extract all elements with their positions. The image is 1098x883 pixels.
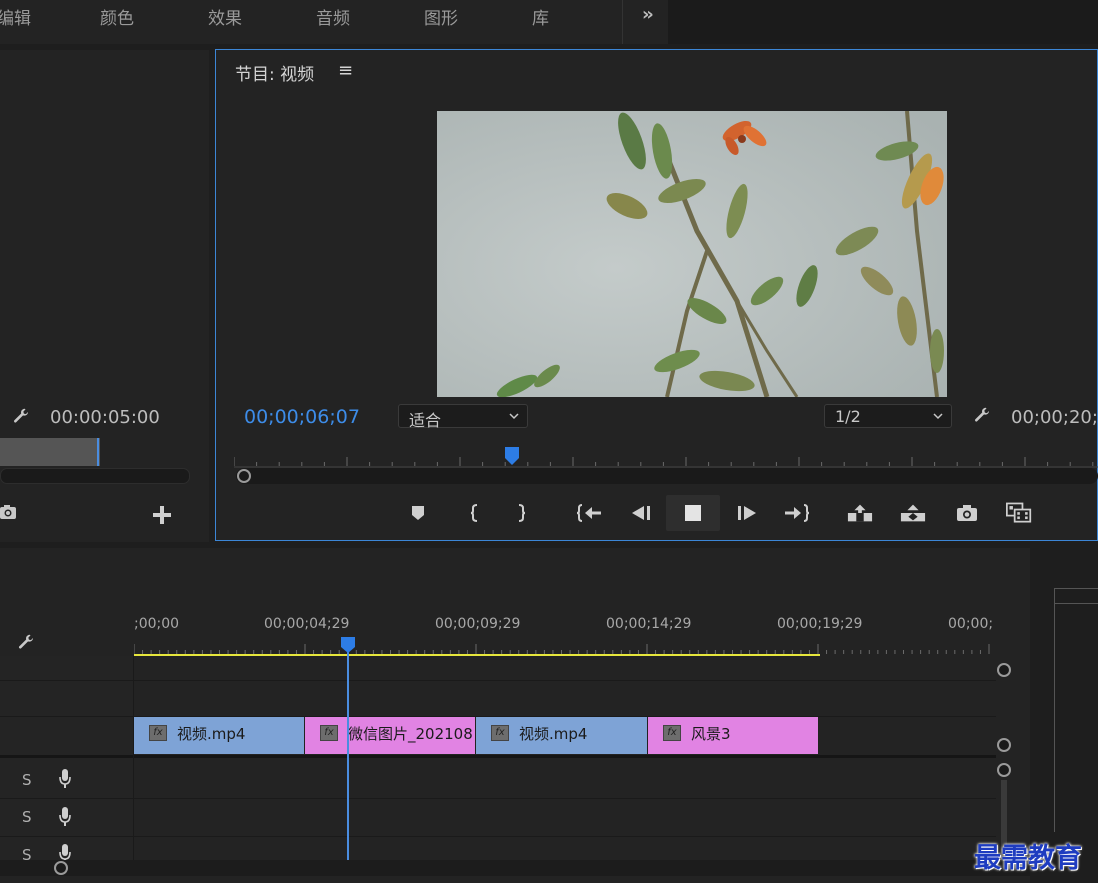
program-playhead[interactable] <box>504 446 520 466</box>
timeline-vertical-scrollbar[interactable] <box>996 660 1012 860</box>
solo-track-button[interactable]: S <box>22 808 32 826</box>
source-zoom-handle[interactable] <box>97 438 99 466</box>
topbar-divider <box>622 0 623 44</box>
wrench-icon[interactable] <box>17 632 35 656</box>
workspace-tab-audio[interactable]: 音频 <box>316 4 350 29</box>
workspace-tab-effects[interactable]: 效果 <box>208 4 242 29</box>
wrench-icon[interactable] <box>12 406 30 430</box>
program-playhead-timecode[interactable]: 00;00;06;07 <box>244 406 360 428</box>
timeline-clip[interactable]: fx 视频.mp4 <box>134 717 305 754</box>
timeline-time-ruler[interactable] <box>134 612 996 656</box>
camera-icon[interactable] <box>0 503 18 525</box>
fx-badge-icon: fx <box>663 725 681 741</box>
program-duration-timecode: 00;00;20; <box>1011 407 1098 428</box>
resolution-dropdown-value: 1/2 <box>835 407 861 426</box>
fit-dropdown-value: 适合 <box>409 411 442 430</box>
workspace-tab-edit[interactable]: 编辑 <box>0 4 31 29</box>
header-divider <box>133 656 134 860</box>
camera-icon[interactable] <box>954 500 980 526</box>
program-monitor-title[interactable]: 节目: 视频 <box>235 60 314 85</box>
chevron-double-right-icon[interactable]: ›› <box>642 4 654 25</box>
fx-badge-icon: fx <box>320 725 338 741</box>
track-divider <box>0 680 996 681</box>
audio-meter-panel <box>1036 548 1098 883</box>
scroll-handle-left[interactable] <box>236 468 252 484</box>
step-forward-icon[interactable] <box>734 500 760 526</box>
timeline-playhead-line[interactable] <box>347 648 349 860</box>
track-divider <box>0 836 996 837</box>
timeline-clip[interactable]: fx 视频.mp4 <box>476 717 648 754</box>
source-scrollbar[interactable] <box>0 468 190 484</box>
watermark-logo: 最需教育 <box>974 843 1082 874</box>
button-editor-icon[interactable] <box>1006 500 1032 526</box>
source-timecode[interactable]: 00:00:05:00 <box>50 407 160 428</box>
clip-name: 视频.mp4 <box>519 725 588 743</box>
work-area-bar[interactable] <box>134 654 820 656</box>
go-to-out-icon[interactable] <box>784 500 810 526</box>
timeline-horizontal-scrollbar[interactable] <box>0 860 1030 876</box>
workspace-tab-color[interactable]: 颜色 <box>100 4 134 29</box>
chevron-down-icon <box>933 413 943 420</box>
extract-icon[interactable] <box>900 500 926 526</box>
mark-in-icon[interactable] <box>461 500 487 526</box>
program-time-ruler[interactable] <box>234 448 1098 468</box>
workspace-tab-graphics[interactable]: 图形 <box>424 4 458 29</box>
microphone-icon[interactable] <box>58 843 72 860</box>
hamburger-menu-icon[interactable]: ≡ <box>338 60 353 81</box>
chevron-down-icon <box>509 413 519 420</box>
clip-name: 视频.mp4 <box>177 725 246 743</box>
workspace-tab-libraries[interactable]: 库 <box>532 4 549 29</box>
video-audio-divider <box>0 755 996 758</box>
meter-body <box>1054 602 1098 832</box>
plus-icon[interactable] <box>153 506 171 528</box>
timeline-clip[interactable]: fx 风景3 <box>648 717 819 754</box>
resolution-dropdown[interactable]: 1/2 <box>824 404 952 428</box>
fx-badge-icon: fx <box>491 725 509 741</box>
timeline-clip[interactable]: fx 微信图片_202108 <box>305 717 476 754</box>
fx-badge-icon: fx <box>149 725 167 741</box>
program-video-frame <box>437 111 947 397</box>
marker-icon[interactable] <box>405 500 431 526</box>
stop-icon[interactable] <box>680 500 706 526</box>
microphone-icon[interactable] <box>58 806 72 832</box>
go-to-in-icon[interactable] <box>576 500 602 526</box>
clip-name: 风景3 <box>691 725 731 743</box>
track-divider <box>0 798 996 799</box>
clip-name: 微信图片_202108 <box>348 725 473 743</box>
timeline-playhead[interactable] <box>340 636 356 654</box>
microphone-icon[interactable] <box>58 768 72 794</box>
source-zoom-bar[interactable] <box>0 438 100 466</box>
program-zoom-scrollbar[interactable] <box>236 468 1098 484</box>
mark-out-icon[interactable] <box>509 500 535 526</box>
solo-track-button[interactable]: S <box>22 771 32 789</box>
topbar-empty-area <box>668 0 1098 44</box>
wrench-icon[interactable] <box>973 405 991 429</box>
fit-dropdown[interactable]: 适合 <box>398 404 528 430</box>
lift-icon[interactable] <box>847 500 873 526</box>
step-back-icon[interactable] <box>628 500 654 526</box>
